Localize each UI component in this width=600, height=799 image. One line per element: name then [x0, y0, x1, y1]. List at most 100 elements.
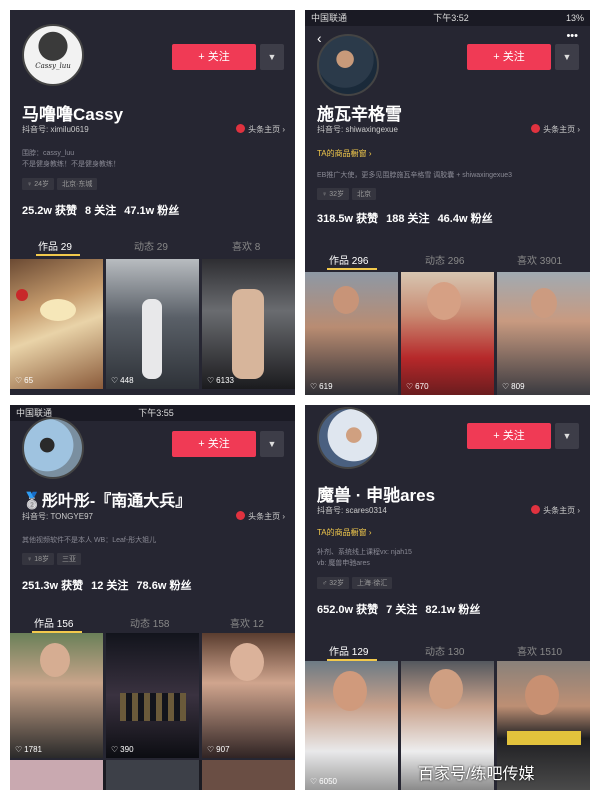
more-dropdown-button[interactable]: ▼ [260, 44, 284, 70]
tab-liked[interactable]: 喜欢 8 [232, 238, 260, 253]
profile-tabs: 作品 156 动态 158 喜欢 12 [10, 609, 295, 635]
tab-works[interactable]: 作品 156 [34, 615, 73, 630]
avatar[interactable] [317, 407, 379, 469]
active-tab-indicator [36, 254, 80, 256]
follow-button[interactable]: + 关注 [467, 423, 551, 449]
followers-count[interactable]: 47.1w 粉丝 [124, 205, 179, 217]
video-thumbnail[interactable]: ♡ 809 [497, 272, 590, 395]
toutiao-icon [236, 511, 246, 520]
toutiao-homepage-link[interactable]: 头条主页 › [236, 124, 285, 135]
active-tab-indicator [327, 268, 377, 270]
likes-count[interactable]: 318.5w 获赞 [317, 213, 378, 225]
following-count[interactable]: 188 关注 [386, 213, 429, 225]
likes-value: 1781 [24, 745, 42, 754]
douyin-id: 抖音号: TONGYE97 [22, 512, 93, 521]
location-tag: 上海·徐汇 [351, 577, 393, 589]
tab-works[interactable]: 作品 129 [329, 643, 368, 658]
likes-count[interactable]: 652.0w 获赞 [317, 604, 378, 616]
follow-button[interactable]: + 关注 [172, 431, 256, 457]
avatar-signature: Cassy_luu [35, 62, 71, 70]
shop-window-link[interactable]: TA的商品橱窗 › [317, 527, 372, 538]
tab-works[interactable]: 作品 29 [38, 238, 72, 253]
video-thumbnail[interactable] [202, 760, 295, 790]
toutiao-icon [236, 124, 246, 133]
more-dropdown-button[interactable]: ▼ [260, 431, 284, 457]
tab-liked[interactable]: 喜欢 1510 [517, 643, 562, 658]
video-thumbnail[interactable]: ♡ 6050 [305, 661, 398, 790]
toutiao-homepage-link[interactable]: 头条主页 › [531, 124, 580, 135]
video-likes: ♡ 65 [15, 376, 33, 385]
city-lights-shape [120, 693, 186, 721]
likes-value: 670 [415, 382, 429, 391]
followers-count[interactable]: 78.6w 粉丝 [136, 580, 191, 592]
following-count[interactable]: 7 关注 [386, 604, 417, 616]
following-count[interactable]: 12 关注 [91, 580, 128, 592]
profile-tabs: 作品 129 动态 130 喜欢 1510 [305, 637, 590, 663]
tab-liked[interactable]: 喜欢 3901 [517, 252, 562, 267]
video-thumbnail[interactable] [106, 760, 199, 790]
likes-value: 65 [24, 376, 34, 385]
video-likes: ♡ 448 [111, 376, 134, 385]
video-thumbnail[interactable]: ♡ 65 [10, 259, 103, 389]
follow-button[interactable]: + 关注 [172, 44, 256, 70]
tab-activity[interactable]: 动态 296 [425, 252, 464, 267]
avatar[interactable] [317, 34, 379, 96]
followers-count[interactable]: 46.4w 粉丝 [438, 213, 493, 225]
video-thumbnail[interactable]: ♡ 390 [106, 633, 199, 758]
profile-tabs: 作品 29 动态 29 喜欢 8 [10, 232, 295, 258]
food-plate-shape [40, 299, 76, 321]
douyin-id: 抖音号: ximilu0619 [22, 125, 89, 134]
person-shape [232, 289, 264, 379]
profile-panel-ares: + 关注 ▼ 魔兽 · 申驰ares 抖音号: scares0314 头条主页 … [305, 405, 590, 790]
location-tag: 三亚 [56, 553, 81, 565]
douyin-id: 抖音号: scares0314 [317, 506, 387, 515]
video-thumbnail[interactable] [10, 760, 103, 790]
profile-stats: 251.3w 获赞 12 关注 78.6w 粉丝 [22, 577, 199, 593]
follow-button[interactable]: + 关注 [467, 44, 551, 70]
avatar[interactable] [22, 417, 84, 479]
likes-value: 390 [120, 745, 134, 754]
tab-activity[interactable]: 动态 130 [425, 643, 464, 658]
video-thumbnail[interactable]: ♡ 907 [202, 633, 295, 758]
toutiao-homepage-link[interactable]: 头条主页 › [236, 511, 285, 522]
clock: 下午3:55 [138, 408, 174, 418]
more-dropdown-button[interactable]: ▼ [555, 423, 579, 449]
video-thumbnail[interactable]: ♡ 619 [305, 272, 398, 395]
bio: 其他视频软件不是本人 WB：Leaf-彤大姐儿 [22, 535, 282, 546]
likes-count[interactable]: 251.3w 获赞 [22, 580, 83, 592]
shop-window-link[interactable]: TA的商品橱窗 › [317, 148, 372, 159]
face-shape [427, 282, 461, 320]
back-arrow-icon[interactable]: ‹ [317, 30, 322, 46]
tab-activity[interactable]: 动态 158 [130, 615, 169, 630]
heart-icon: ♡ [406, 382, 414, 391]
following-count[interactable]: 8 关注 [85, 205, 116, 217]
more-icon[interactable]: ••• [566, 30, 578, 42]
likes-count[interactable]: 25.2w 获赞 [22, 205, 77, 217]
bio: EB推广大使，更多见围脖施瓦辛格雪 调胶囊 + shiwaxingexue3 [317, 170, 577, 181]
video-thumbnail[interactable]: ♡ 448 [106, 259, 199, 389]
video-thumbnail[interactable]: ♡ 670 [401, 272, 494, 395]
age-tag: ♀ 18岁 [22, 553, 54, 565]
video-likes: ♡ 619 [310, 382, 333, 391]
followers-count[interactable]: 82.1w 粉丝 [425, 604, 480, 616]
heart-icon: ♡ [207, 376, 215, 385]
tab-activity[interactable]: 动态 29 [134, 238, 168, 253]
likes-value: 6050 [319, 777, 337, 786]
more-dropdown-button[interactable]: ▼ [555, 44, 579, 70]
profile-panel-cassy: Cassy_luu + 关注 ▼ 马噜噜Cassy 抖音号: ximilu061… [10, 10, 295, 395]
video-likes: ♡ 809 [502, 382, 525, 391]
age-tag: ♀ 24岁 [22, 178, 54, 190]
avatar[interactable]: Cassy_luu [22, 24, 84, 86]
video-thumbnail[interactable]: ♡ 1781 [10, 633, 103, 758]
profile-name: 🥈彤叶彤-『南通大兵』 [22, 493, 192, 510]
bio-line: 围脖：cassy_luu [22, 150, 75, 157]
shirt-logo-shape [507, 731, 581, 745]
person-shape [142, 299, 162, 379]
toutiao-label: 头条主页 › [248, 512, 285, 521]
tab-works[interactable]: 作品 296 [329, 252, 368, 267]
likes-value: 907 [216, 745, 230, 754]
profile-tags: ♀ 32岁 北京 [317, 188, 379, 200]
tab-liked[interactable]: 喜欢 12 [230, 615, 264, 630]
video-thumbnail[interactable]: ♡ 6133 [202, 259, 295, 389]
toutiao-homepage-link[interactable]: 头条主页 › [531, 505, 580, 516]
